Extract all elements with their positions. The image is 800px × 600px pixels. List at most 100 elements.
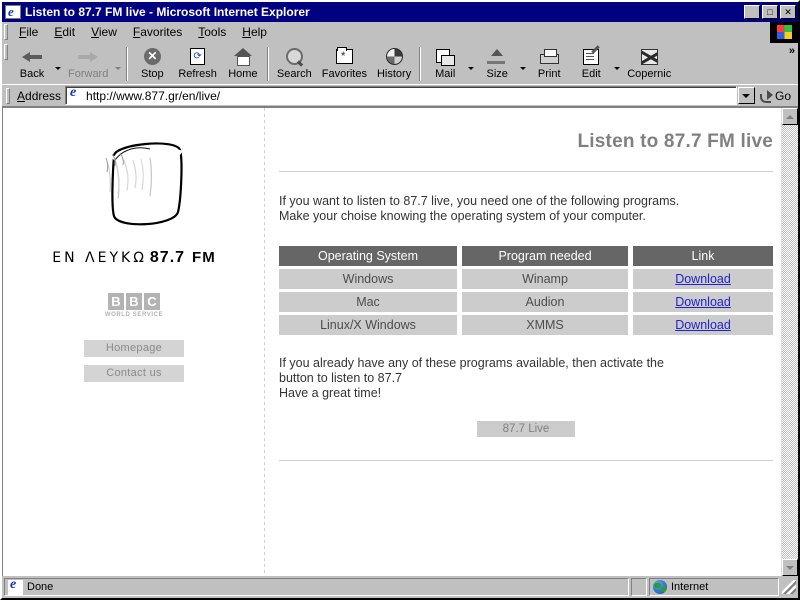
refresh-icon: ⟳ — [190, 46, 206, 67]
toolbar-back-label: Back — [19, 68, 45, 80]
live-button-wrapper: 87.7 Live — [279, 421, 773, 437]
chevron-down-icon[interactable] — [737, 87, 755, 104]
download-link-windows[interactable]: Download — [675, 272, 731, 286]
go-arrow-icon — [758, 89, 773, 103]
toolbar-stop-button[interactable]: ✕ Stop — [131, 44, 173, 84]
address-drag-grip[interactable] — [6, 87, 10, 104]
live-stream-button[interactable]: 87.7 Live — [477, 421, 575, 437]
resize-grip[interactable] — [782, 580, 796, 594]
menu-edit[interactable]: Edit — [46, 23, 83, 41]
toolbar-overflow-chevron-icon[interactable]: » — [789, 45, 795, 57]
maximize-button[interactable]: □ — [762, 5, 778, 19]
toolbar-forward-button[interactable]: Forward — [63, 44, 113, 84]
address-input[interactable]: http://www.877.gr/en/live/ — [65, 85, 737, 105]
status-message-pane: Done — [4, 577, 629, 596]
toolbar-back-button[interactable]: Back — [11, 44, 53, 84]
minimize-button[interactable]: _ — [744, 5, 760, 19]
close-button[interactable]: ✕ — [780, 5, 796, 19]
cell-os: Mac — [279, 292, 457, 312]
font-size-icon — [487, 46, 507, 67]
back-dropdown-arrow-icon[interactable] — [53, 44, 63, 84]
outro-line-1: If you already have any of these program… — [279, 356, 664, 370]
menu-bar: File Edit View Favorites Tools Help — [2, 21, 798, 43]
logo-greek-text: ΕΝ ΛΕΥΚΩ — [52, 250, 147, 266]
address-label: Address — [17, 88, 62, 103]
toolbar-refresh-button[interactable]: ⟳ Refresh — [173, 44, 222, 84]
table-row: Linux/X Windows XMMS Download — [279, 315, 773, 335]
header-link: Link — [633, 246, 773, 266]
toolbar-search-label: Search — [276, 68, 312, 80]
outro-paragraph: If you already have any of these program… — [279, 356, 773, 401]
toolbar-size-label: Size — [486, 68, 508, 80]
security-zone-pane[interactable]: Internet — [649, 578, 779, 596]
toolbar-edit-button[interactable]: Edit — [570, 44, 612, 84]
toolbar-edit-label: Edit — [581, 68, 601, 80]
menu-drag-grip[interactable] — [4, 24, 8, 40]
toolbar-favorites-label: Favorites — [321, 68, 367, 80]
size-dropdown-arrow-icon[interactable] — [518, 44, 528, 84]
status-bar: Done Internet — [2, 576, 798, 598]
cell-os: Windows — [279, 269, 457, 289]
download-link-mac[interactable]: Download — [675, 295, 731, 309]
header-program-needed: Program needed — [462, 246, 628, 266]
title-bar: Listen to 87.7 FM live - Microsoft Inter… — [2, 2, 798, 22]
history-clock-icon — [385, 46, 403, 67]
toolbar-mail-button[interactable]: Mail — [424, 44, 466, 84]
bbc-world-service-logo: B B C WORLD SERVICE — [105, 293, 163, 318]
go-button[interactable]: Go — [756, 89, 796, 103]
menu-tools[interactable]: Tools — [190, 23, 234, 41]
toolbar-separator — [266, 47, 269, 81]
toolbar-drag-grip[interactable] — [4, 44, 8, 60]
toolbar-refresh-label: Refresh — [178, 68, 217, 80]
en-lefko-drum-sketch-logo — [105, 142, 183, 226]
toolbar-favorites-button[interactable]: Favorites — [317, 44, 372, 84]
toolbar-stop-label: Stop — [141, 68, 164, 80]
page-sidebar: ΕΝ ΛΕΥΚΩ 87.7 FM B B C WORLD SERVICE Hom… — [3, 108, 265, 576]
mail-icon — [436, 46, 456, 67]
toolbar-copernic-label: Copernic — [627, 68, 672, 80]
window-title: Listen to 87.7 FM live - Microsoft Inter… — [25, 5, 310, 19]
status-message: Done — [27, 581, 54, 593]
scrollbar-track[interactable] — [782, 125, 798, 559]
search-icon — [285, 46, 303, 67]
forward-dropdown-arrow-icon[interactable] — [113, 44, 123, 84]
main-toolbar: Back Forward ✕ Stop ⟳ Refresh Home Searc… — [2, 43, 798, 85]
address-bar: Address http://www.877.gr/en/live/ Go — [2, 85, 798, 107]
contact-us-button[interactable]: Contact us — [84, 365, 184, 382]
browser-client-area: ΕΝ ΛΕΥΚΩ 87.7 FM B B C WORLD SERVICE Hom… — [2, 107, 798, 576]
divider-bottom — [279, 460, 773, 461]
outro-line-2: button to listen to 87.7 — [279, 371, 403, 385]
vertical-scrollbar[interactable] — [781, 108, 798, 576]
toolbar-print-label: Print — [537, 68, 561, 80]
mail-dropdown-arrow-icon[interactable] — [466, 44, 476, 84]
web-page: ΕΝ ΛΕΥΚΩ 87.7 FM B B C WORLD SERVICE Hom… — [3, 108, 781, 576]
favorites-folder-icon — [335, 46, 353, 67]
logo-frequency: 87.7 — [149, 249, 186, 266]
toolbar-history-button[interactable]: History — [372, 44, 416, 84]
browser-window: Listen to 87.7 FM live - Microsoft Inter… — [0, 0, 800, 600]
table-row: Mac Audion Download — [279, 292, 773, 312]
address-url-text: http://www.877.gr/en/live/ — [86, 88, 221, 103]
scroll-down-arrow-icon[interactable] — [782, 559, 798, 576]
bbc-letter: B — [108, 293, 124, 310]
toolbar-copernic-button[interactable]: Copernic — [622, 44, 676, 84]
edit-dropdown-arrow-icon[interactable] — [612, 44, 622, 84]
toolbar-print-button[interactable]: Print — [528, 44, 570, 84]
intro-line-1: If you want to listen to 87.7 live, you … — [279, 194, 680, 208]
maximize-icon: □ — [767, 7, 773, 17]
homepage-button[interactable]: Homepage — [84, 340, 184, 357]
download-link-linux[interactable]: Download — [675, 318, 731, 332]
bbc-subtitle: WORLD SERVICE — [104, 312, 164, 318]
menu-favorites[interactable]: Favorites — [125, 23, 190, 41]
menu-file[interactable]: File — [11, 23, 46, 41]
toolbar-home-button[interactable]: Home — [222, 44, 264, 84]
toolbar-search-button[interactable]: Search — [272, 44, 317, 84]
menu-view[interactable]: View — [83, 23, 125, 41]
scroll-up-arrow-icon[interactable] — [782, 108, 798, 125]
minimize-icon: _ — [749, 9, 755, 19]
toolbar-size-button[interactable]: Size — [476, 44, 518, 84]
header-operating-system: Operating System — [279, 246, 457, 266]
home-icon — [233, 46, 253, 67]
windows-flag-icon[interactable] — [770, 21, 798, 43]
menu-help[interactable]: Help — [234, 23, 275, 41]
